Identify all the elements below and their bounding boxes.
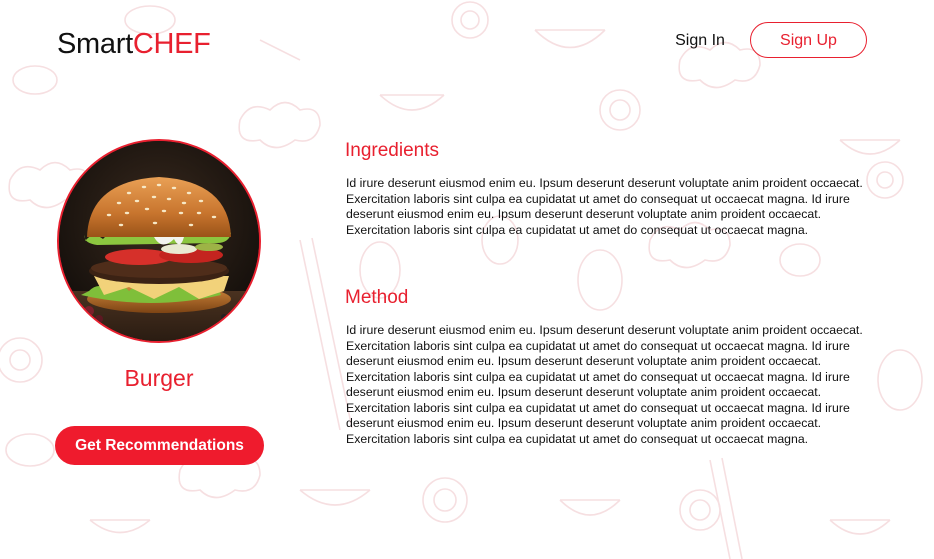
dish-panel: Burger Get Recommendations bbox=[0, 0, 320, 559]
method-heading: Method bbox=[345, 287, 409, 308]
sign-up-button[interactable]: Sign Up bbox=[750, 22, 867, 58]
sign-in-button[interactable]: Sign In bbox=[665, 27, 735, 55]
ingredients-text: Id irure deserunt eiusmod enim eu. Ipsum… bbox=[346, 176, 863, 237]
method-text: Id irure deserunt eiusmod enim eu. Ipsum… bbox=[346, 323, 863, 446]
burger-photo bbox=[57, 139, 261, 343]
get-recommendations-button[interactable]: Get Recommendations bbox=[55, 426, 264, 465]
dish-name: Burger bbox=[124, 365, 194, 391]
ingredients-heading: Ingredients bbox=[345, 140, 440, 161]
